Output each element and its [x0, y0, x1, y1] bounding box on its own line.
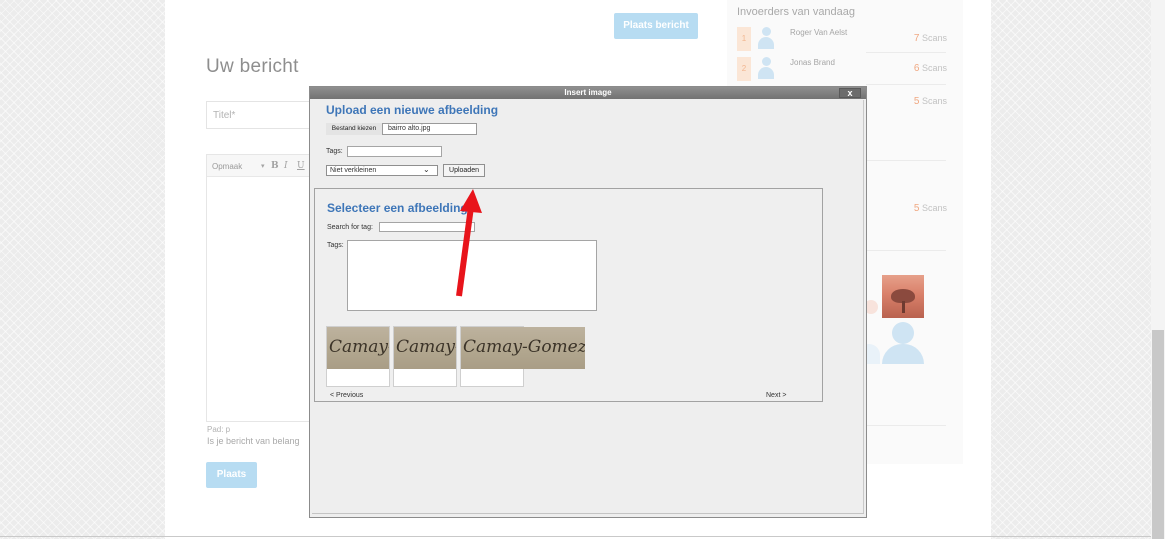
place-message-button[interactable]: Plaats bericht	[614, 13, 698, 39]
upload-tags-input[interactable]	[347, 146, 442, 157]
user-photo-thumbnail[interactable]	[882, 275, 924, 318]
user-rank: 1	[737, 27, 751, 51]
sidebar-divider	[866, 425, 946, 426]
format-chevron-icon[interactable]: ▾	[261, 162, 265, 170]
scans-count: 5	[913, 203, 920, 214]
scans-unit: Scans	[921, 63, 947, 73]
user-scans: 6 Scans	[887, 63, 947, 74]
chevron-down-icon[interactable]: ⌄	[423, 165, 430, 174]
title-input[interactable]: Titel*	[206, 101, 311, 129]
page-title: Uw bericht	[206, 56, 299, 77]
sidebar-divider	[866, 250, 946, 251]
sidebar-divider	[866, 160, 946, 161]
dialog-inner-border	[863, 100, 864, 514]
message-editor[interactable]	[206, 154, 311, 422]
scans-count: 6	[913, 63, 920, 74]
thumbnail-handwriting: Camay-	[396, 337, 456, 357]
choose-file-button[interactable]: Bestand kiezen	[326, 123, 383, 135]
editor-toolbar: Opmaak ▾ B I U	[207, 155, 310, 177]
image-thumbnail[interactable]: Camay-	[393, 326, 457, 387]
scans-unit: Scans	[921, 96, 947, 106]
image-thumbnail[interactable]: Camay-Gomez	[460, 326, 585, 387]
tags-label: Tags:	[326, 148, 343, 155]
underline-button[interactable]: U	[297, 161, 305, 171]
selected-file-name: bairro alto.jpg	[388, 125, 431, 132]
thumbnail-image: Camay-	[327, 327, 389, 369]
thumbnail-handwriting: Camay-	[329, 337, 389, 357]
scans-unit: Scans	[921, 203, 947, 213]
sidebar-title: Invoerders van vandaag	[737, 6, 856, 18]
thumbnail-image: Camay-Gomez	[461, 327, 585, 369]
red-pointer-arrow-icon	[456, 189, 482, 297]
upload-heading: Upload een nieuwe afbeelding	[326, 103, 499, 117]
thumbnail-handwriting: Camay-Gomez	[463, 337, 585, 357]
scans-unit: Scans	[921, 33, 947, 43]
user-scans: 7 Scans	[887, 33, 947, 44]
resize-select[interactable]: Niet verkleinen	[326, 165, 438, 176]
bold-button[interactable]: B	[271, 161, 279, 171]
user-scans: 5 Scans	[887, 203, 947, 214]
important-checkbox-label: Is je bericht van belang	[207, 436, 300, 446]
search-tag-label: Search for tag:	[327, 224, 373, 231]
image-thumbnail[interactable]: Camay-	[326, 326, 390, 387]
thumbnail-image: Camay-	[394, 327, 456, 369]
page-bottom-border	[0, 536, 1165, 537]
tags-label: Tags:	[327, 242, 344, 249]
user-avatar-icon	[758, 57, 774, 79]
sidebar-divider	[866, 84, 946, 85]
upload-button[interactable]: Uploaden	[443, 164, 485, 177]
scans-count: 5	[913, 96, 920, 107]
user-name[interactable]: Jonas Brand	[790, 58, 835, 67]
user-scans: 5 Scans	[887, 96, 947, 107]
close-icon[interactable]: x	[839, 88, 861, 98]
user-name[interactable]: Roger Van Aelst	[790, 28, 847, 37]
next-link[interactable]: Next >	[766, 392, 786, 399]
sidebar-divider	[866, 52, 946, 53]
scrollbar-thumb[interactable]	[1152, 330, 1164, 539]
dialog-titlebar[interactable]: Insert image	[310, 87, 866, 99]
user-avatar-icon	[758, 27, 774, 49]
scans-count: 7	[913, 33, 920, 44]
format-dropdown[interactable]: Opmaak	[212, 162, 242, 171]
italic-button[interactable]: I	[284, 161, 288, 171]
previous-link[interactable]: < Previous	[330, 392, 363, 399]
editor-path: Pad: p	[207, 425, 231, 434]
place-button[interactable]: Plaats	[206, 462, 257, 488]
title-placeholder: Titel*	[213, 110, 236, 121]
user-rank: 2	[737, 57, 751, 81]
dialog-inner-border	[312, 513, 864, 514]
user-avatar-icon[interactable]	[880, 322, 926, 364]
